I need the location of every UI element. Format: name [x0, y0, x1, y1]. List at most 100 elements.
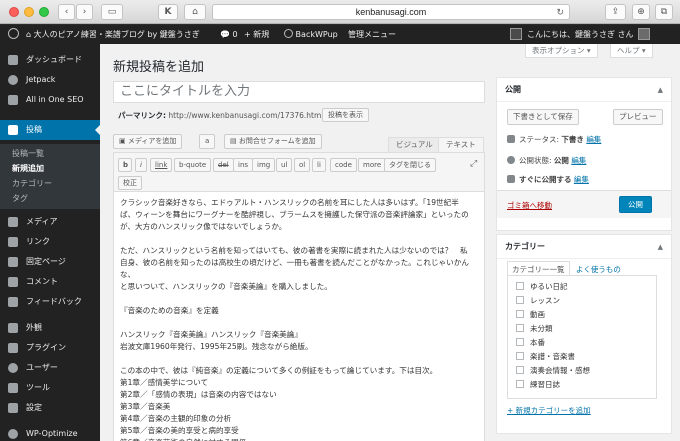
a-button[interactable]: a	[199, 134, 216, 149]
url-text: kenbanusagi.com	[355, 7, 427, 17]
post-content-textarea[interactable]: クラシック音楽好きなら、エドゥアルト・ハンスリックの名前を耳にした人は多いはず。…	[113, 192, 485, 441]
edit-schedule-link[interactable]: 編集	[574, 175, 589, 184]
sidebar-item-users[interactable]: ユーザー	[0, 358, 100, 378]
list-item[interactable]: 練習日誌	[516, 378, 656, 392]
wordpress-icon	[8, 28, 19, 39]
back-button[interactable]: ‹	[58, 4, 75, 20]
qt-bquote-button[interactable]: b-quote	[174, 158, 212, 172]
list-item[interactable]: 演奏会情報・感想	[516, 364, 656, 378]
forward-button[interactable]: ›	[76, 4, 93, 20]
edit-visibility-link[interactable]: 編集	[571, 156, 586, 165]
submenu-tags[interactable]: タグ	[12, 193, 28, 204]
zoom-window-icon[interactable]	[39, 7, 49, 17]
post-title-input[interactable]: ここにタイトルを入力	[113, 81, 485, 103]
qt-bold-button[interactable]: b	[118, 158, 132, 172]
sidebar-item-feedback[interactable]: フィードバック	[0, 292, 100, 312]
checkbox[interactable]	[516, 296, 524, 304]
share-button[interactable]: ⇪	[605, 4, 626, 20]
list-item[interactable]: レッスン	[516, 294, 656, 308]
publish-button[interactable]: 公開	[619, 196, 652, 213]
add-contact-form-button[interactable]: ▤ お問合せフォームを追加	[224, 134, 322, 149]
checkbox[interactable]	[516, 310, 524, 318]
sidebar-item-media[interactable]: メディア	[0, 212, 100, 232]
checkbox[interactable]	[516, 282, 524, 290]
list-item[interactable]: 動画	[516, 308, 656, 322]
qt-ul-button[interactable]: ul	[276, 158, 293, 172]
sidebar-item-all-in-one-seo[interactable]: All in One SEO	[0, 90, 100, 110]
wp-admin-bar: ⌂ 大人のピアノ練習・楽譜ブログ by 鍵盤うさぎ 💬 0 + 新規 BackW…	[0, 25, 680, 44]
sidebar-item-links[interactable]: リンク	[0, 232, 100, 252]
sidebar-button[interactable]: ▭	[101, 4, 123, 20]
add-media-button[interactable]: ▣ メディアを追加	[113, 134, 183, 149]
media-icon: ▣	[119, 137, 128, 145]
tabs-button[interactable]: ⧉	[655, 4, 673, 20]
qt-del-button[interactable]: del	[213, 158, 234, 172]
qt-italic-button[interactable]: i	[135, 158, 147, 172]
close-window-icon[interactable]	[9, 7, 19, 17]
list-item[interactable]: ゆるい日記	[516, 280, 656, 294]
sidebar-item-plugins[interactable]: プラグイン	[0, 338, 100, 358]
fullscreen-icon[interactable]: ⤢	[470, 159, 477, 169]
reload-icon[interactable]: ↻	[556, 5, 564, 19]
home-button[interactable]: ⌂	[184, 4, 206, 20]
permalink-label: パーマリンク:	[118, 111, 166, 120]
sidebar-item-comments[interactable]: コメント	[0, 272, 100, 292]
backwpup-link[interactable]: BackWPup	[284, 25, 338, 44]
checkbox[interactable]	[516, 352, 524, 360]
screen-options-button[interactable]: 表示オプション ▾	[525, 44, 598, 58]
qt-link-button[interactable]: link	[150, 158, 173, 172]
permalink-url[interactable]: http://www.kenbanusagi.com/17376.html	[168, 111, 323, 120]
publish-box-header[interactable]: 公開 ▲	[497, 78, 671, 102]
checkbox[interactable]	[516, 366, 524, 374]
extension-button[interactable]: K	[158, 4, 178, 20]
sidebar-item-settings[interactable]: 設定	[0, 398, 100, 418]
qt-ol-button[interactable]: ol	[294, 158, 311, 172]
site-name-link[interactable]: ⌂ 大人のピアノ練習・楽譜ブログ by 鍵盤うさぎ	[26, 25, 200, 44]
new-content-link[interactable]: + 新規	[244, 25, 269, 44]
list-item[interactable]: 本番	[516, 336, 656, 350]
submenu-categories[interactable]: カテゴリー	[12, 178, 52, 189]
move-to-trash-link[interactable]: ゴミ箱へ移動	[507, 200, 552, 211]
sidebar-item-appearance[interactable]: 外観	[0, 318, 100, 338]
toggle-arrow-icon[interactable]: ▲	[658, 235, 663, 259]
admin-menu-link[interactable]: 管理メニュー	[348, 25, 396, 44]
account-link[interactable]: こんにちは、鍵盤うさぎ さん	[510, 25, 650, 44]
sidebar-item-jetpack[interactable]: Jetpack	[0, 70, 100, 90]
list-item[interactable]: 楽譜・音楽書	[516, 350, 656, 364]
qt-img-button[interactable]: img	[252, 158, 276, 172]
checkbox[interactable]	[516, 338, 524, 346]
sidebar-item-pages[interactable]: 固定ページ	[0, 252, 100, 272]
save-draft-button[interactable]: 下書きとして保存	[507, 109, 579, 125]
submenu-all-posts[interactable]: 投稿一覧	[12, 148, 44, 159]
qt-ins-button[interactable]: ins	[233, 158, 254, 172]
help-button[interactable]: ヘルプ ▾	[610, 44, 653, 58]
qt-more-button[interactable]: more	[358, 158, 387, 172]
categories-box-header[interactable]: カテゴリー ▲	[497, 235, 671, 259]
minimize-window-icon[interactable]	[24, 7, 34, 17]
wp-logo[interactable]	[8, 25, 19, 44]
list-item[interactable]: 未分類	[516, 322, 656, 336]
k-logo-icon: K	[164, 7, 172, 17]
address-bar[interactable]: kenbanusagi.com ↻	[212, 4, 570, 20]
add-new-category-link[interactable]: + 新規カテゴリーを追加	[507, 405, 591, 416]
comments-link[interactable]: 💬 0	[220, 25, 238, 44]
toggle-arrow-icon[interactable]: ▲	[658, 78, 663, 102]
tab-visual[interactable]: ビジュアル	[388, 137, 441, 152]
tab-text[interactable]: テキスト	[438, 137, 484, 152]
qt-code-button[interactable]: code	[330, 158, 357, 172]
checkbox[interactable]	[516, 324, 524, 332]
submenu-add-new[interactable]: 新規追加	[12, 163, 44, 174]
sidebar-item-tools[interactable]: ツール	[0, 378, 100, 398]
sidebar-item-posts[interactable]: 投稿	[0, 120, 100, 140]
view-post-button[interactable]: 投稿を表示	[322, 108, 369, 122]
avatar-small	[637, 27, 650, 40]
qt-close-tags-button[interactable]: タグを閉じる	[384, 158, 436, 172]
qt-proofread-button[interactable]: 校正	[118, 176, 142, 190]
edit-status-link[interactable]: 編集	[586, 135, 601, 144]
checkbox[interactable]	[516, 380, 524, 388]
sidebar-item-wp-optimize[interactable]: WP-Optimize	[0, 424, 100, 441]
sidebar-item-dashboard[interactable]: ダッシュボード	[0, 50, 100, 70]
preview-button[interactable]: プレビュー	[613, 109, 663, 125]
downloads-button[interactable]: ⊕	[632, 4, 650, 20]
qt-li-button[interactable]: li	[312, 158, 326, 172]
